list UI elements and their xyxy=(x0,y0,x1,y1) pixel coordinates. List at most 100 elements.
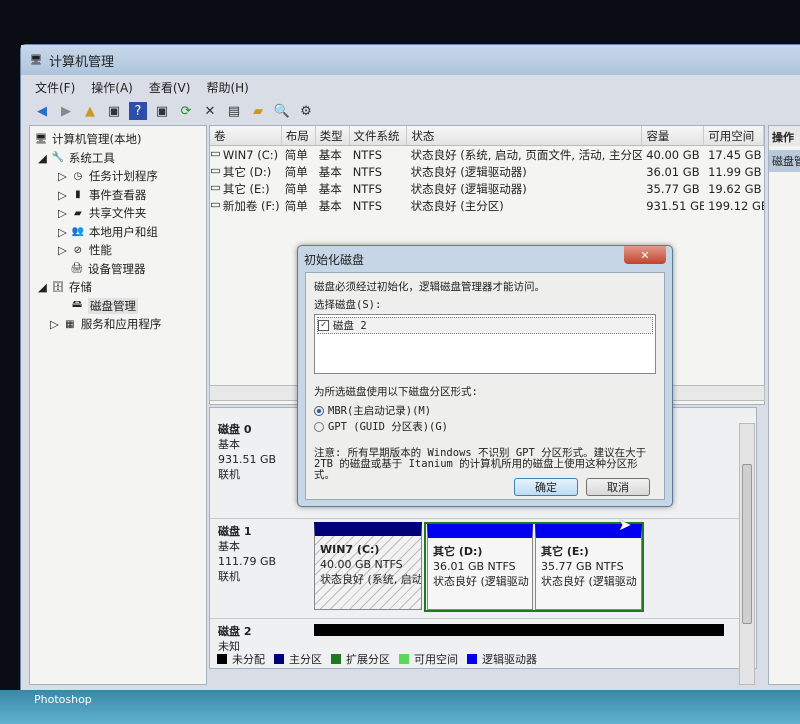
menu-bar: 文件(F) 操作(A) 查看(V) 帮助(H) xyxy=(27,77,249,97)
disk-2-unallocated-bar[interactable] xyxy=(314,624,724,636)
mbr-radio[interactable]: MBR(主启动记录)(M) xyxy=(314,403,656,418)
tree-item-event-viewer[interactable]: ▷ ▮ 事件查看器 xyxy=(30,186,206,205)
close-button[interactable]: ✕ xyxy=(624,246,666,264)
partition-e[interactable]: 其它 (E:) 35.77 GB NTFS 状态良好 (逻辑驱动 xyxy=(535,524,642,610)
collapse-arrow-icon[interactable]: ◢ xyxy=(38,280,47,294)
legend-swatch xyxy=(467,654,477,664)
tree-item-disk-management[interactable]: 🖴 磁盘管理 xyxy=(30,297,206,316)
open-folder-icon[interactable]: ▰ xyxy=(249,102,267,120)
back-icon[interactable]: ◀ xyxy=(33,102,51,120)
tree-label: 服务和应用程序 xyxy=(80,317,162,332)
tree-item-device-manager[interactable]: 🖨 设备管理器 xyxy=(30,260,206,279)
column-header[interactable]: 布局 xyxy=(282,126,316,145)
refresh-icon[interactable]: ⟳ xyxy=(177,102,195,120)
volume-name: 其它 (D:) xyxy=(222,164,272,179)
divider xyxy=(210,518,740,519)
volume-cell: NTFS xyxy=(352,198,383,213)
radio-selected-icon[interactable] xyxy=(314,405,324,416)
search-icon[interactable]: 🔍 xyxy=(273,102,291,120)
partition-status: 状态良好 (逻辑驱动 xyxy=(541,575,637,588)
storage-icon: 🗄 xyxy=(51,281,65,293)
title-bar: 🖥 计算机管理 xyxy=(21,45,800,75)
menu-view[interactable]: 查看(V) xyxy=(149,79,191,96)
expand-arrow-icon[interactable]: ▷ xyxy=(50,317,59,331)
divider xyxy=(210,618,740,619)
dialog-intro-text: 磁盘必须经过初始化，逻辑磁盘管理器才能访问。 xyxy=(314,281,545,293)
scrollbar-thumb[interactable] xyxy=(742,464,752,624)
cancel-button[interactable]: 取消 xyxy=(586,478,650,496)
legend-swatch xyxy=(399,654,409,664)
volume-cell: 状态良好 (逻辑驱动器) xyxy=(410,181,527,196)
disk-0-label[interactable]: 磁盘 0 基本 931.51 GB 联机 xyxy=(214,418,308,486)
taskbar-item-photoshop[interactable]: Photoshop xyxy=(34,693,92,706)
volume-row[interactable]: ▭ 新加卷 (F:) 简单 基本 NTFS 状态良好 (主分区) 931.51 GB 199.… xyxy=(210,197,764,214)
volume-row[interactable]: ▭ WIN7 (C:) 简单 基本 NTFS 状态良好 (系统, 启动, 页面文件, 活动… xyxy=(210,146,764,163)
column-header[interactable]: 类型 xyxy=(316,126,350,145)
collapse-arrow-icon[interactable]: ◢ xyxy=(38,151,47,165)
performance-icon: ⊘ xyxy=(73,244,83,256)
initialize-disk-dialog: 初始化磁盘 ✕ 磁盘必须经过初始化，逻辑磁盘管理器才能访问。 选择磁盘(S): … xyxy=(297,245,673,507)
menu-help[interactable]: 帮助(H) xyxy=(206,79,248,96)
tree-item-task-scheduler[interactable]: ▷ ◷ 任务计划程序 xyxy=(30,167,206,186)
vertical-scrollbar[interactable] xyxy=(739,423,755,685)
column-header[interactable]: 卷 xyxy=(210,126,282,145)
forward-icon[interactable]: ▶ xyxy=(57,102,75,120)
volume-cell: 931.51 GB xyxy=(646,198,705,213)
gpt-radio[interactable]: GPT (GUID 分区表)(G) xyxy=(314,419,656,434)
disk-1-label[interactable]: 磁盘 1 基本 111.79 GB 联机 xyxy=(214,520,308,588)
expand-arrow-icon[interactable]: ▷ xyxy=(58,225,67,239)
show-hide-action-icon[interactable]: ▣ xyxy=(153,102,171,120)
delete-icon[interactable]: ✕ xyxy=(201,102,219,120)
radio-unselected-icon[interactable] xyxy=(314,421,324,432)
column-header[interactable]: 状态 xyxy=(407,126,643,145)
column-header[interactable]: 可用空间 xyxy=(704,126,764,145)
tree-item-system-tools[interactable]: ◢ 🔧 系统工具 xyxy=(30,149,206,168)
drive-icon: ▭ xyxy=(210,180,221,194)
show-hide-tree-icon[interactable]: ▣ xyxy=(105,102,123,120)
column-header[interactable]: 容量 xyxy=(642,126,705,145)
volume-row[interactable]: ▭ 其它 (D:) 简单 基本 NTFS 状态良好 (逻辑驱动器) 36.01 GB 11.9… xyxy=(210,163,764,180)
action-header: 操作 xyxy=(769,126,800,146)
expand-arrow-icon[interactable]: ▷ xyxy=(58,169,67,183)
disk-list-item[interactable]: ✓ 磁盘 2 xyxy=(317,317,653,334)
legend-swatch xyxy=(274,654,284,664)
checkbox-checked-icon[interactable]: ✓ xyxy=(318,320,329,331)
menu-file[interactable]: 文件(F) xyxy=(35,79,75,96)
tree-item-storage[interactable]: ◢ 🗄 存储 xyxy=(30,278,206,297)
expand-arrow-icon[interactable]: ▷ xyxy=(58,243,67,257)
action-item-disk-management[interactable]: 磁盘管 xyxy=(769,150,800,172)
expand-arrow-icon[interactable]: ▷ xyxy=(58,206,67,220)
volume-cell: 19.62 GB xyxy=(708,181,762,196)
tree-item-local-users[interactable]: ▷ 👥 本地用户和组 xyxy=(30,223,206,242)
help-icon[interactable]: ? xyxy=(129,102,147,120)
partition-name: 其它 (D:) xyxy=(433,545,483,558)
disk-name: 磁盘 0 xyxy=(218,423,252,436)
drive-icon: ▭ xyxy=(210,163,221,177)
up-folder-icon[interactable]: ▲ xyxy=(81,102,99,120)
partition-size: 35.77 GB NTFS xyxy=(541,560,624,573)
partition-d[interactable]: 其它 (D:) 36.01 GB NTFS 状态良好 (逻辑驱动 xyxy=(427,524,533,610)
partition-style-label: 为所选磁盘使用以下磁盘分区形式: xyxy=(314,386,478,398)
properties-icon[interactable]: ▤ xyxy=(225,102,243,120)
disk-type: 基本 xyxy=(218,540,240,553)
menu-action[interactable]: 操作(A) xyxy=(91,79,133,96)
ok-button[interactable]: 确定 xyxy=(514,478,578,496)
volume-row[interactable]: ▭ 其它 (E:) 简单 基本 NTFS 状态良好 (逻辑驱动器) 35.77 GB 19.6… xyxy=(210,180,764,197)
tree-item-root[interactable]: 🖥 计算机管理(本地) xyxy=(30,130,206,149)
column-header[interactable]: 文件系统 xyxy=(350,126,408,145)
legend-label: 扩展分区 xyxy=(346,653,390,666)
volume-cell: 17.45 GB xyxy=(708,147,762,162)
tree-item-performance[interactable]: ▷ ⊘ 性能 xyxy=(30,241,206,260)
disk-listbox[interactable]: ✓ 磁盘 2 xyxy=(314,314,656,374)
legend-swatch xyxy=(217,654,227,664)
partition-c[interactable]: WIN7 (C:) 40.00 GB NTFS 状态良好 (系统, 启动 xyxy=(314,522,422,610)
tree-item-services[interactable]: ▷ ▦ 服务和应用程序 xyxy=(30,315,206,334)
tree-label: 事件查看器 xyxy=(88,187,147,202)
select-disk-label: 选择磁盘(S): xyxy=(314,299,382,311)
volume-list-header: 卷 布局 类型 文件系统 状态 容量 可用空间 xyxy=(210,126,764,146)
tree-item-shared-folders[interactable]: ▷ ▰ 共享文件夹 xyxy=(30,204,206,223)
taskbar: Photoshop xyxy=(0,690,800,724)
settings-icon[interactable]: ⚙ xyxy=(297,102,315,120)
legend-swatch xyxy=(331,654,341,664)
expand-arrow-icon[interactable]: ▷ xyxy=(58,188,67,202)
